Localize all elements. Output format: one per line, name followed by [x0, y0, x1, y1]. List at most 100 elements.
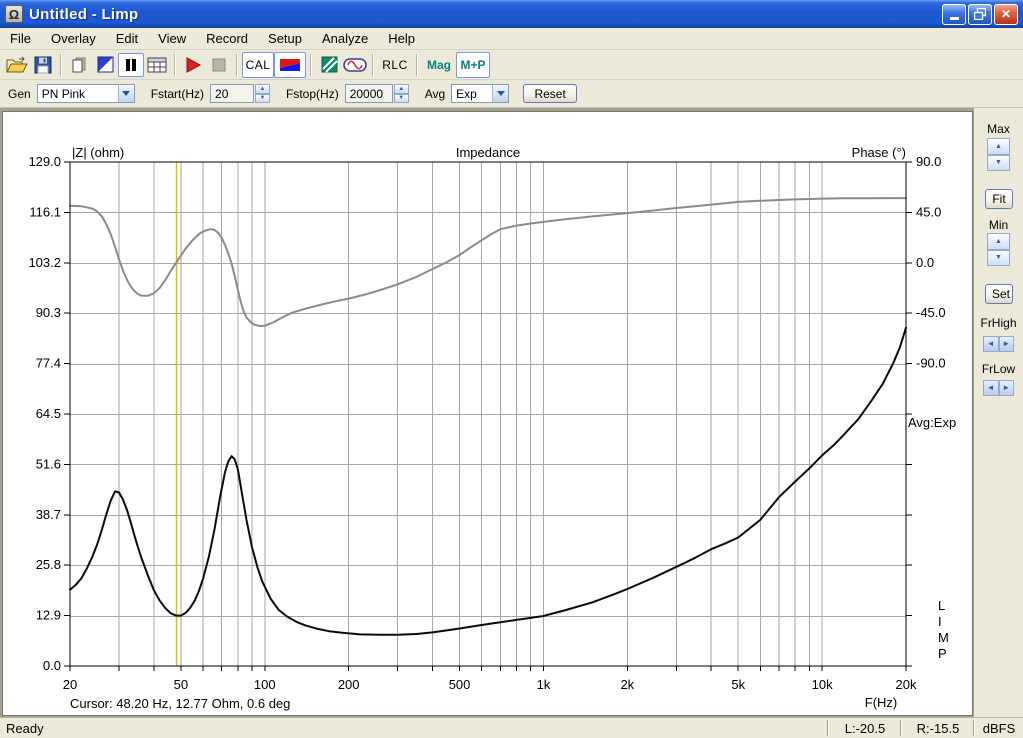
reset-button[interactable]: Reset — [523, 84, 578, 103]
status-right-level: R:-15.5 — [916, 721, 960, 736]
main-toolbar: CAL RLC Mag M+P — [0, 50, 1023, 80]
red-blue-flag-icon — [280, 58, 300, 71]
play-icon — [186, 56, 202, 73]
spin-up-icon[interactable]: ▲ — [255, 84, 271, 94]
document-icon — [72, 57, 86, 72]
record-start-button[interactable] — [180, 53, 206, 77]
table-grid-icon — [147, 57, 167, 72]
set-button[interactable]: Set — [985, 284, 1013, 304]
left-axis-tick-label: 64.5 — [36, 406, 61, 421]
averaging-select[interactable]: Exp — [451, 84, 510, 103]
fit-button[interactable]: Fit — [985, 189, 1013, 209]
generator-type-select[interactable]: PN Pink — [36, 84, 135, 103]
statusbar-separator — [973, 720, 975, 736]
work-area: 129.0 116.1 103.2 90.3 77.4 64.5 51.6 38.7 25.8 1… — [0, 108, 1023, 717]
frhigh-adjust[interactable]: ◄ ► — [983, 336, 1014, 352]
x-axis-tick-label: 2k — [620, 677, 634, 692]
restore-button[interactable] — [968, 3, 992, 25]
x-axis-tick-label: 500 — [449, 677, 471, 692]
spin-down-icon[interactable]: ▼ — [987, 249, 1010, 266]
menu-setup[interactable]: Setup — [258, 29, 312, 48]
pause-icon — [126, 58, 136, 71]
title-bar: Ω Untitled - Limp ✕ — [0, 0, 1023, 28]
menu-record[interactable]: Record — [196, 29, 258, 48]
rlc-analyze-button[interactable]: RLC — [378, 53, 412, 77]
spin-down-icon[interactable]: ▼ — [393, 93, 409, 103]
combo-dropdown-button[interactable] — [117, 85, 134, 102]
spin-down-icon[interactable]: ▼ — [255, 93, 271, 103]
left-axis-tick-label: 129.0 — [28, 154, 61, 169]
max-spinner[interactable]: ▲ ▼ — [987, 138, 1010, 171]
menu-bar: File Overlay Edit View Record Setup Anal… — [0, 28, 1023, 50]
fstop-input[interactable] — [344, 84, 393, 103]
toolbar-separator — [416, 53, 418, 76]
pause-button[interactable] — [118, 52, 144, 77]
limp-logo-letter: M — [938, 630, 949, 645]
max-label: Max — [987, 122, 1010, 136]
close-button[interactable]: ✕ — [994, 3, 1018, 25]
statusbar-separator — [900, 720, 902, 736]
arrow-right-icon[interactable]: ► — [998, 336, 1014, 352]
arrow-left-icon[interactable]: ◄ — [983, 336, 999, 352]
menu-overlay[interactable]: Overlay — [41, 29, 106, 48]
right-axis-tick-label: 45.0 — [916, 204, 941, 219]
spin-up-icon[interactable]: ▲ — [987, 138, 1010, 155]
minimize-button[interactable] — [942, 3, 966, 25]
overlay-button[interactable] — [316, 53, 342, 77]
stop-icon — [212, 58, 226, 71]
frlow-label: FrLow — [981, 362, 1016, 376]
app-icon[interactable]: Ω — [5, 5, 23, 23]
menu-analyze[interactable]: Analyze — [312, 29, 378, 48]
fstart-spinner[interactable]: ▲ ▼ — [255, 84, 271, 103]
menu-file[interactable]: File — [0, 29, 41, 48]
fstop-spinner[interactable]: ▲ ▼ — [393, 84, 409, 103]
limp-logo-letter: I — [938, 614, 942, 629]
chevron-down-icon — [496, 91, 505, 96]
copy-window-button[interactable] — [66, 53, 92, 77]
min-label: Min — [988, 218, 1009, 232]
statusbar-separator — [827, 720, 829, 736]
record-stop-button[interactable] — [206, 53, 232, 77]
frhigh-label: FrHigh — [980, 316, 1017, 330]
magnitude-phase-view-button[interactable]: M+P — [456, 51, 490, 78]
combo-dropdown-button[interactable] — [492, 85, 509, 102]
avg-mode-annotation: Avg:Exp — [908, 415, 956, 430]
left-axis-tick-label: 90.3 — [36, 305, 61, 320]
status-unit: dBFS — [982, 721, 1016, 736]
rlc-label: RLC — [382, 57, 408, 72]
close-icon: ✕ — [1000, 7, 1012, 21]
x-axis-tick-label: 200 — [338, 677, 360, 692]
overlay-curves-icon — [321, 56, 338, 73]
window-title: Untitled - Limp — [29, 5, 139, 23]
arrow-left-icon[interactable]: ◄ — [983, 380, 999, 396]
spin-down-icon[interactable]: ▼ — [987, 154, 1010, 171]
averaging-value: Exp — [456, 87, 477, 101]
signal-generator-toggle-button[interactable] — [274, 51, 306, 78]
calibrate-button[interactable]: CAL — [242, 51, 274, 78]
arrow-right-icon[interactable]: ► — [998, 380, 1014, 396]
scale-setup-button[interactable] — [92, 53, 118, 77]
fstart-input[interactable] — [210, 84, 255, 103]
magnitude-view-button[interactable]: Mag — [422, 53, 456, 77]
scale-control-panel: Max ▲ ▼ Fit Min ▲ ▼ Set FrHigh ◄ ► FrLow ◄ ► — [974, 108, 1023, 717]
spin-up-icon[interactable]: ▲ — [987, 233, 1010, 250]
x-axis-tick-label: 20 — [63, 677, 77, 692]
x-axis-tick-label: 1k — [537, 677, 551, 692]
save-button[interactable] — [30, 53, 56, 77]
table-view-button[interactable] — [144, 53, 170, 77]
spin-up-icon[interactable]: ▲ — [393, 84, 409, 94]
left-axis-tick-label: 116.1 — [29, 204, 61, 219]
generator-setup-button[interactable] — [342, 53, 368, 77]
x-axis-tick-label: 50 — [174, 677, 188, 692]
min-spinner[interactable]: ▲ ▼ — [987, 233, 1010, 266]
menu-view[interactable]: View — [148, 29, 196, 48]
impedance-chart: 129.0 116.1 103.2 90.3 77.4 64.5 51.6 38.7 25.8 1… — [28, 145, 956, 711]
menu-help[interactable]: Help — [378, 29, 425, 48]
right-axis-tick-label: -90.0 — [916, 356, 946, 371]
menu-edit[interactable]: Edit — [106, 29, 148, 48]
toolbar-separator — [60, 53, 62, 76]
restore-icon — [974, 8, 986, 20]
frlow-adjust[interactable]: ◄ ► — [983, 380, 1014, 396]
generator-type-value: PN Pink — [41, 87, 86, 101]
open-file-button[interactable] — [4, 53, 30, 77]
